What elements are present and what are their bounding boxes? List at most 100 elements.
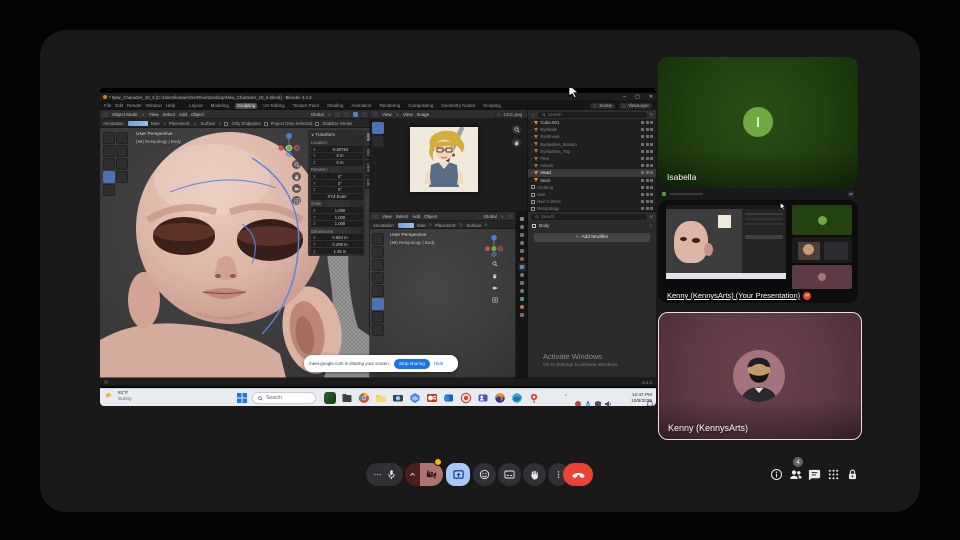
outliner-collection: Hair xyxy=(528,191,656,198)
location-z-field: Z0 m xyxy=(311,160,363,166)
info-button[interactable] xyxy=(770,468,783,481)
blender-window-title: * New_Character_10_6 [C:\Users\knaae\One… xyxy=(109,95,312,100)
scale-label: Scale: xyxy=(311,201,363,206)
tile-kenny-presentation[interactable]: Kenny (KennysArts) (Your Presentation) xyxy=(658,200,858,303)
raise-hand-button[interactable] xyxy=(523,463,546,486)
notification-bell-icon xyxy=(646,395,654,403)
funnel-icon: ▽ xyxy=(650,112,653,118)
viewport-menu-object: Object xyxy=(191,112,204,117)
taskbar-app-icon xyxy=(460,392,472,404)
tile-label-presentation: Kenny (KennysArts) (Your Presentation) xyxy=(667,291,811,300)
material-props-icon xyxy=(518,303,526,311)
screen-sharing-banner: meet.google.com is sharing your screen. … xyxy=(304,355,458,372)
pan-view-icon xyxy=(292,172,301,181)
workspace-tab: Rendering xyxy=(377,103,402,109)
present-screen-button[interactable] xyxy=(446,463,470,486)
outliner-collection: Hair Control xyxy=(528,198,656,205)
reactions-button[interactable] xyxy=(473,463,496,486)
image-editor-canvas xyxy=(370,119,528,212)
viewport2-pan-icon xyxy=(490,271,499,280)
more-horizontal-icon[interactable] xyxy=(373,470,382,479)
presentation-video[interactable]: * New_Character_10_6 [C:\Users\knaae\One… xyxy=(100,88,656,406)
image-draw-tool-icon xyxy=(372,135,384,147)
outliner-item-active: ›Head xyxy=(528,169,656,176)
scene-props-icon xyxy=(518,247,526,255)
viewport-header: Object Mode∨ View Select Add Object Glob… xyxy=(100,110,370,119)
viewport2-menu-select: Select xyxy=(396,214,409,219)
mini-tile-webcam xyxy=(792,237,852,263)
transform-panel: ∨ Transform Location: X-0.00764 Y0 m Z0 … xyxy=(308,130,365,256)
microphone-icon[interactable] xyxy=(386,469,397,480)
camera-options-button[interactable] xyxy=(405,463,420,486)
search-icon xyxy=(258,396,263,401)
workspace-tab: Texture Paint xyxy=(291,103,321,109)
camera-off-button[interactable] xyxy=(420,463,443,486)
viewport-menu-view: View xyxy=(149,112,159,117)
image-menu-image: Image xyxy=(417,112,430,117)
tile-collapsed-strip[interactable] xyxy=(658,190,858,198)
sharing-banner-text: meet.google.com is sharing your screen. xyxy=(309,361,390,366)
menu-edit: Edit xyxy=(115,103,123,108)
viewport2-toolbar xyxy=(372,233,384,336)
workspace-tab-active: Sculpting xyxy=(235,103,258,109)
host-controls-button[interactable] xyxy=(846,468,859,481)
outliner-collection: Clothing xyxy=(528,184,656,191)
present-screen-icon xyxy=(453,469,464,480)
activate-windows-watermark: Activate Windows Go to Settings to activ… xyxy=(543,352,619,368)
shading-icon xyxy=(362,112,367,117)
v2-annotate-tool-icon xyxy=(372,298,384,310)
viewport2-annotation-swatch xyxy=(398,223,414,228)
mini-tile-green xyxy=(792,205,852,235)
image-annotate-tool-icon xyxy=(372,122,384,134)
add-modifier-button: +Add Modifier xyxy=(534,233,650,242)
scale-z-field: Z1.000 xyxy=(311,221,363,227)
weather-icon xyxy=(104,391,115,402)
activities-button[interactable] xyxy=(827,468,840,481)
captions-button[interactable] xyxy=(498,463,521,486)
project-onto-selected-checkbox xyxy=(264,122,268,126)
editor-type-icon xyxy=(103,112,108,117)
v2-select-tool-icon xyxy=(372,233,384,245)
cursor-tool-icon xyxy=(116,132,128,144)
menu-help: Help xyxy=(166,103,175,108)
tray-expand-icon: ⌃ xyxy=(564,394,568,400)
tile-isabella[interactable]: I Isabella xyxy=(658,57,858,188)
zoom-view-icon xyxy=(292,160,301,169)
image-editor-header: View∨ View Image CCC.png xyxy=(370,110,528,119)
image-view-mode: View xyxy=(382,112,392,117)
chat-button[interactable] xyxy=(808,468,821,481)
blender-logo-icon xyxy=(103,95,107,99)
grid-view-icon xyxy=(292,196,301,205)
minimize-icon: – xyxy=(623,93,626,101)
transform-tool-icon xyxy=(116,158,128,170)
blender-version: 4.4.3 xyxy=(642,380,652,385)
render-props-icon xyxy=(518,223,526,231)
raise-hand-icon xyxy=(529,469,540,480)
viewlayer-selector: ViewLayer xyxy=(619,103,652,109)
people-button[interactable] xyxy=(789,468,802,481)
end-call-button[interactable] xyxy=(563,463,593,486)
taskbar-app-icon xyxy=(324,392,336,404)
annotation-color-swatch xyxy=(128,121,148,126)
window-controls: –▢✕ xyxy=(623,93,653,101)
location-y-field: Y0 m xyxy=(311,153,363,159)
image-datablock: CCC.png xyxy=(494,112,525,118)
outliner-search: Search xyxy=(538,112,647,118)
viewport-canvas: User Perspective (99) Retopology | Body … xyxy=(100,128,370,378)
workspace-tab: Shading xyxy=(325,103,346,109)
project-onto-selected-label: Project Onto Selected xyxy=(271,121,313,126)
v2-add-primitive-icon xyxy=(372,324,384,336)
tile-kenny[interactable]: Kenny (KennysArts) xyxy=(658,312,862,440)
mic-control-group[interactable] xyxy=(366,463,403,486)
tile-label-kenny: Kenny (KennysArts) xyxy=(668,423,748,433)
only-endpoints-checkbox xyxy=(224,122,228,126)
meet-window: * New_Character_10_6 [C:\Users\knaae\One… xyxy=(40,30,920,512)
workspace-tab: Animation xyxy=(349,103,373,109)
viewlayer-icon xyxy=(622,104,626,108)
outliner-item: ›Eyeballs xyxy=(528,126,656,133)
snap-icon xyxy=(335,112,340,117)
camera-warning-badge xyxy=(434,458,442,466)
properties-breadcrumb: Body ⌕ xyxy=(528,221,656,230)
start-button-icon xyxy=(236,392,248,404)
transform-panel-header: ∨ Transform xyxy=(311,132,363,138)
